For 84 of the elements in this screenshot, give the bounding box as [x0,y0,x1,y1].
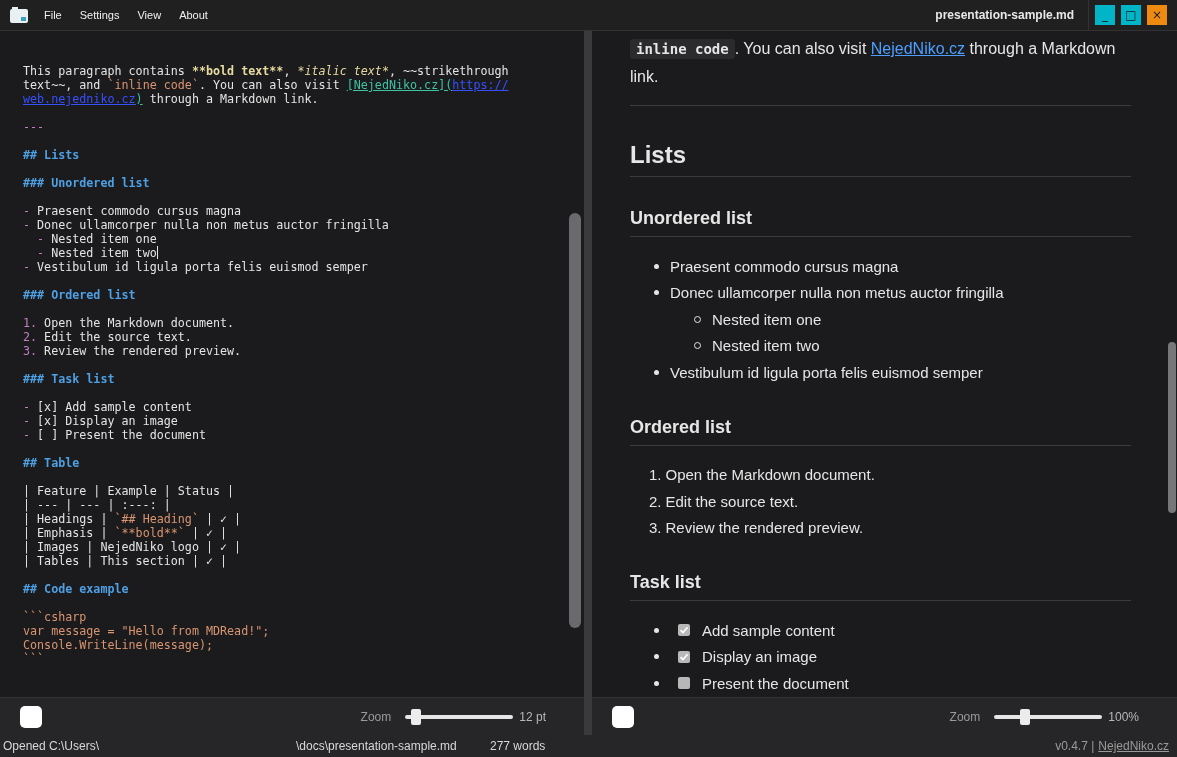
scrollbar-thumb[interactable] [1168,342,1176,513]
zoom-slider[interactable] [405,707,514,726]
code-line: | Headings | `## Heading` | ✓ | [23,512,242,526]
code-line: | Images | NejedNiko logo | ✓ | [23,540,242,554]
word-count: 277 words [490,739,546,753]
bullet-icon [654,654,659,660]
list-item: Praesent commodo cursus magna [670,257,899,275]
code-line: ## Code example [23,582,129,596]
scrollbar-thumb[interactable] [569,213,581,628]
code-line: - [ ] Present the document [23,428,206,442]
code-line: ### Unordered list [23,176,150,190]
bullet-icon [654,290,659,296]
code-line: ## Table [23,456,80,470]
list-number: 1. [649,466,662,484]
code-line: - Nested item two [36,246,158,260]
window-title: presentation-sample.md [935,8,1074,22]
menu-item[interactable]: View [137,9,162,21]
list-item: Open the Markdown document. [665,466,875,484]
code-line: | --- | --- | :---: | [23,498,171,512]
checkbox[interactable] [678,677,690,690]
zoom-value: 100% [1108,709,1139,724]
code-line: ```csharp [23,610,87,624]
code-line: 3. Review the rendered preview. [23,344,242,358]
code-line: - Praesent commodo cursus magna [23,204,242,218]
heading: Lists [630,142,1131,177]
code-line: web.nejedniko.cz) through a Markdown link. [23,92,319,106]
subheading: Ordered list [630,414,1131,446]
toggle-button[interactable] [612,705,634,728]
minimize-button[interactable]: _ [1095,5,1115,25]
list-item: Nested item one [712,310,822,328]
code-line: - Donec ullamcorper nulla non metus auctor fringilla [23,218,389,232]
zoom-value: 12 pt [519,709,546,724]
zoom-label: Zoom [360,709,392,724]
code-line: ### Ordered list [23,288,136,302]
task-item: Add sample content [702,621,835,639]
code-line: 2. Edit the source text. [23,330,192,344]
list-number: 3. [649,519,662,537]
bullet-icon [654,263,659,269]
list-item: Nested item two [712,337,820,355]
subheading: Task list [630,570,1131,601]
status-text: Opened C:\Users\ [3,739,101,753]
code-line: | Feature | Example | Status | [23,484,235,498]
task-item: Present the document [702,674,849,692]
code-line: | Emphasis | `**bold**` | ✓ | [23,526,228,540]
code-line: var message = "Hello from MDRead!"; [23,624,270,638]
paragraph: inline code . You can also visit NejedNiko.cz through a Markdown link. [630,38,1117,87]
list-item: Donec ullamcorper nulla non metus auctor fringilla [670,284,1004,302]
list-item: Vestibulum id ligula porta felis euismod semper [670,363,983,381]
code-line: ``` [23,652,45,666]
subheading: Unordered list [630,206,1131,237]
code-line: | Tables | This section | ✓ | [23,554,228,568]
list-item: Edit the source text. [665,492,799,510]
code-line: --- [23,120,45,134]
menu-item[interactable]: Settings [79,9,120,21]
bullet-icon [654,627,659,633]
checked-checkbox[interactable] [678,624,690,637]
maximize-button[interactable]: □ [1121,5,1141,25]
file-path: \docs\presentation-sample.md [296,739,458,753]
close-button[interactable]: × [1147,5,1167,25]
zoom-label: Zoom [949,709,981,724]
task-item: Display an image [702,648,818,666]
zoom-slider[interactable] [994,707,1103,726]
code-line: - [x] Display an image [23,414,178,428]
code-line: ## Lists [23,148,80,162]
menu-item[interactable]: File [44,9,62,21]
version-text: v0.4.7 | [1055,739,1095,753]
code-line: - [x] Add sample content [23,400,192,414]
list-item: Review the rendered preview. [665,519,864,537]
menu-item[interactable]: About [179,9,208,21]
list-number: 2. [649,492,662,510]
code-line: This paragraph contains **bold text**, *italic text*, ~~strikethrough [23,64,509,78]
code-line: Console.WriteLine(message); [23,638,213,652]
checked-checkbox[interactable] [678,650,690,663]
bullet-icon [654,369,659,375]
website-link[interactable]: NejedNiko.cz [1098,739,1169,753]
link[interactable]: NejedNiko.cz [870,40,966,57]
bullet-icon [654,680,659,686]
app-logo-icon [10,7,28,23]
code-line: - Vestibulum id ligula porta felis euismod semper [23,260,368,274]
toggle-button[interactable] [20,705,42,728]
code-line: - Nested item one [36,232,157,246]
code-line: ### Task list [23,372,115,386]
code-line: text~~, and `inline code`. You can also visit [NejedNiko.cz](https:// [23,78,509,92]
code-line: 1. Open the Markdown document. [23,316,235,330]
